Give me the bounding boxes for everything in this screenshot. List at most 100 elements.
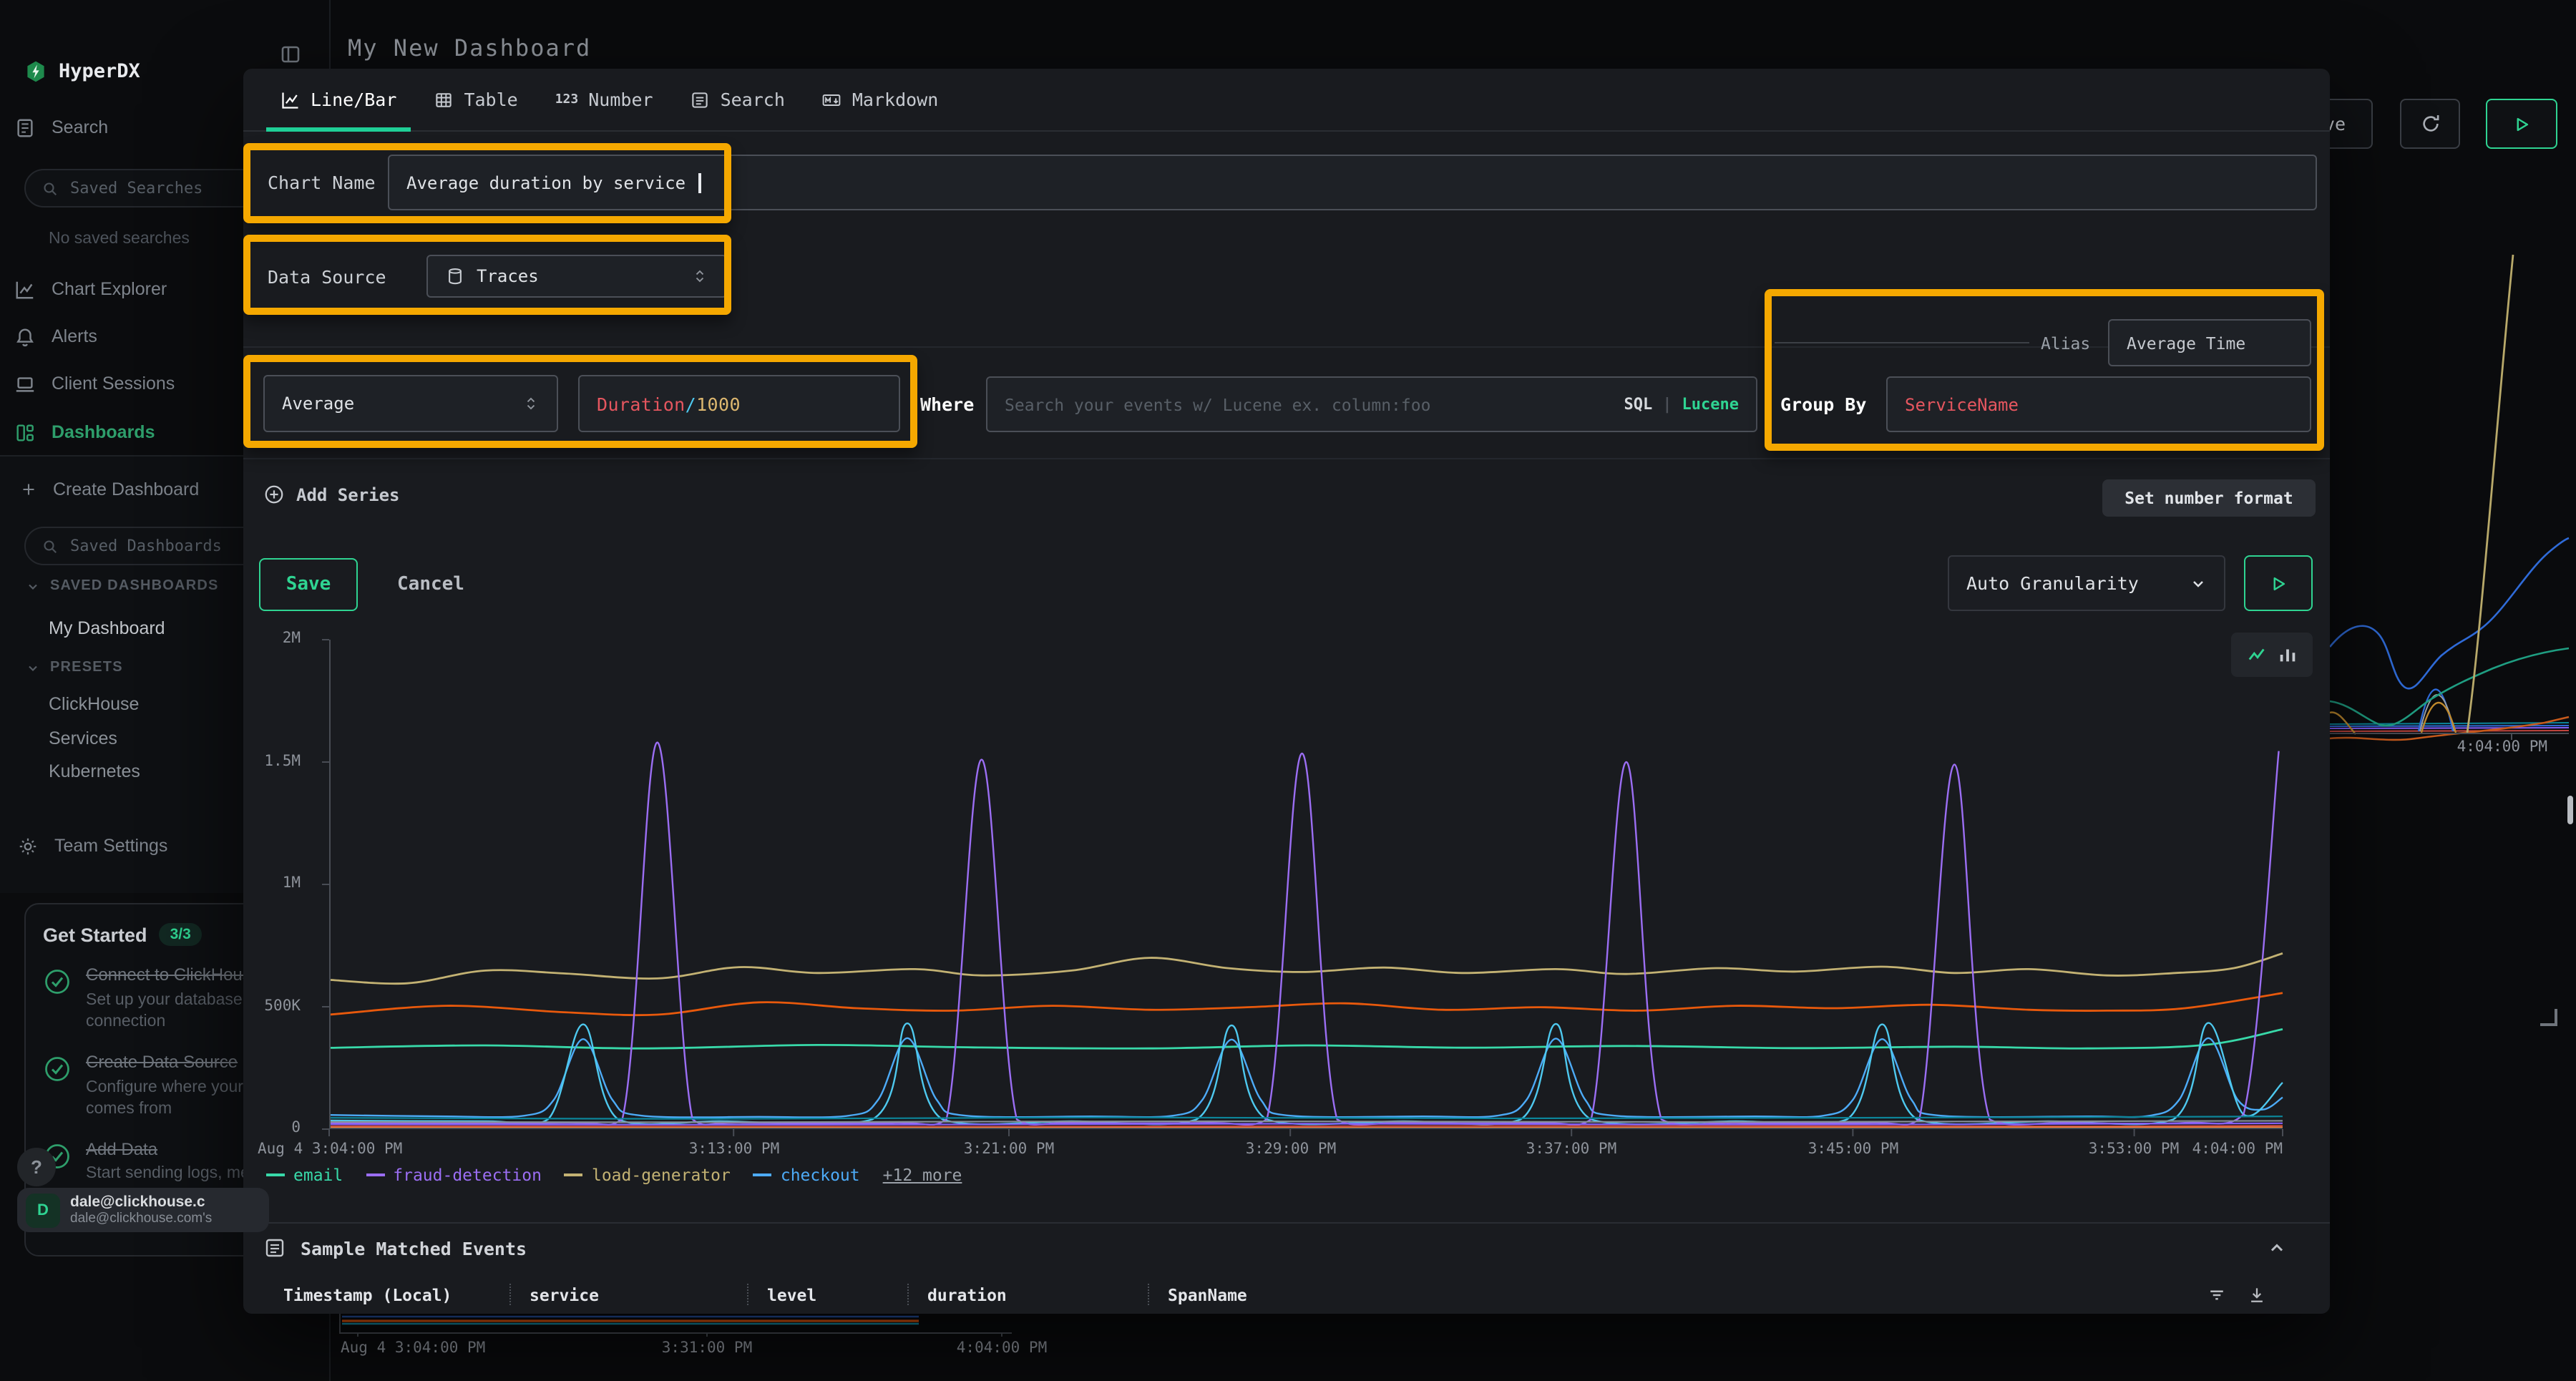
divider [243,1222,2330,1224]
tab-search[interactable]: Search [672,69,804,130]
chevron-down-icon [26,579,40,593]
preset-clickhouse[interactable]: ClickHouse [49,694,139,714]
brand[interactable]: HyperDX [24,60,140,83]
legend-item-fraud-detection[interactable]: fraud-detection [366,1165,542,1185]
get-started-badge: 3/3 [159,923,203,946]
column-header-timestamp-local: Timestamp (Local) [283,1285,452,1305]
section-presets[interactable]: PRESETS [26,660,123,675]
column-separator [907,1284,909,1305]
123-icon: 123 [555,92,579,107]
alias-input[interactable]: Average Time [2108,319,2311,366]
main-chart[interactable] [329,640,2283,1129]
filter-icon[interactable] [2207,1285,2227,1305]
y-axis-labels: 0500K1M1.5M2M [243,640,321,1129]
tab-line-bar[interactable]: Line/Bar [262,69,415,130]
add-series-button[interactable]: Add Series [263,484,400,505]
granularity-select[interactable]: Auto Granularity [1948,555,2225,611]
play-icon [2512,114,2532,134]
y-tick-label: 0 [291,1119,301,1136]
series-load-generator [329,953,2283,983]
language-toggle-sql[interactable]: SQL [1624,395,1653,414]
grid-icon [14,421,36,443]
legend-item-checkout[interactable]: checkout [753,1165,860,1185]
column-header-duration: duration [927,1285,1007,1305]
hyperdx-logo-icon [24,60,47,83]
chevron-updown-icon [522,395,540,412]
set-number-format-button[interactable]: Set number format [2102,479,2316,517]
chart-name-input[interactable]: Average duration by service [388,155,2317,210]
x-tick-label: Aug 4 3:04:00 PM [258,1141,402,1158]
help-button[interactable]: ? [17,1148,56,1186]
x-tick-label: 3:21:00 PM [964,1141,1054,1158]
page-title: My New Dashboard [348,34,591,62]
group-by-input[interactable]: ServiceName [1886,376,2311,432]
x-tick-label: 3:13:00 PM [689,1141,779,1158]
tab-table[interactable]: Table [415,69,536,130]
run-query-button[interactable] [2244,555,2313,611]
preset-kubernetes[interactable]: Kubernetes [49,761,140,781]
run-query-button-header[interactable] [2486,99,2557,149]
check-circle-icon [43,967,72,996]
preset-services[interactable]: Services [49,728,117,748]
play-icon [2268,573,2288,593]
y-tick-label: 500K [264,997,301,1015]
language-toggle-divider: | [1662,395,1672,414]
series-checkout [329,1038,2283,1118]
column-separator [509,1284,511,1305]
text-cursor [698,172,701,192]
database-icon [445,266,465,286]
refresh-icon [2419,113,2441,135]
check-circle-icon [43,1055,72,1083]
divider [243,346,2330,348]
tab-number[interactable]: 123Number [537,69,672,130]
data-source-select[interactable]: Traces [426,255,727,298]
legend-swatch [753,1173,772,1176]
doc-search-icon [14,117,36,138]
edit-chart-modal: Line/BarTable123NumberSearchMarkdown Cha… [243,69,2330,1314]
saved-dashboard-my-dashboard[interactable]: My Dashboard [49,618,165,638]
legend-swatch [266,1173,285,1176]
x-tick-label: 3:45:00 PM [1808,1141,1898,1158]
aggregation-select[interactable]: Average [263,375,558,432]
y-tick-label: 1.5M [264,753,301,770]
legend-more-link[interactable]: +12 more [883,1165,962,1185]
collapse-chevron-up-icon[interactable] [2267,1238,2287,1258]
save-button[interactable]: Save [259,558,358,611]
divider [243,458,2330,459]
brand-name: HyperDX [59,60,140,83]
legend-item-load-generator[interactable]: load-generator [565,1165,731,1185]
user-menu[interactable]: D dale@clickhouse.c dale@clickhouse.com'… [17,1188,269,1232]
column-header-level: level [767,1285,816,1305]
sample-events-title: Sample Matched Events [301,1238,527,1259]
get-started-title: Get Started [43,924,147,945]
x-tick-label: 3:37:00 PM [1526,1141,1616,1158]
column-separator [1148,1284,1149,1305]
scrollbar-thumb[interactable] [2567,796,2573,824]
language-toggle-lucene[interactable]: Lucene [1682,395,1740,414]
tab-markdown[interactable]: Markdown [804,69,957,130]
where-search-input[interactable]: Search your events w/ Lucene ex. column:… [986,376,1757,432]
download-icon[interactable] [2247,1285,2267,1305]
refresh-button[interactable] [2400,99,2460,149]
group-by-label: Group By [1780,394,1866,415]
bottom-x-tick-label: Aug 4 3:04:00 PM [341,1339,485,1357]
bottom-x-tick-label: 3:31:00 PM [662,1339,752,1357]
chart-icon [280,89,301,109]
background-chart-right [2330,200,2569,758]
user-subtitle: dale@clickhouse.com's [70,1211,212,1226]
legend-item-email[interactable]: email [266,1165,343,1185]
avatar: D [26,1193,60,1227]
section-saved-dashboards[interactable]: SAVED DASHBOARDS [26,578,219,594]
series-unlabeled-cyan-12-more [329,1023,2283,1125]
tile-resize-handle[interactable] [2540,1009,2557,1026]
search-icon [42,537,59,555]
md-icon [822,89,842,109]
list-icon [263,1236,286,1259]
chart-name-label: Chart Name [268,172,376,193]
chart-legend: email fraud-detection load-generator checko… [266,1165,962,1185]
cancel-button[interactable]: Cancel [381,558,481,611]
field-expression-input[interactable]: Duration/1000 [578,375,900,432]
chart-axes [329,640,2283,1129]
where-label: Where [920,394,974,415]
column-header-service: service [530,1285,599,1305]
